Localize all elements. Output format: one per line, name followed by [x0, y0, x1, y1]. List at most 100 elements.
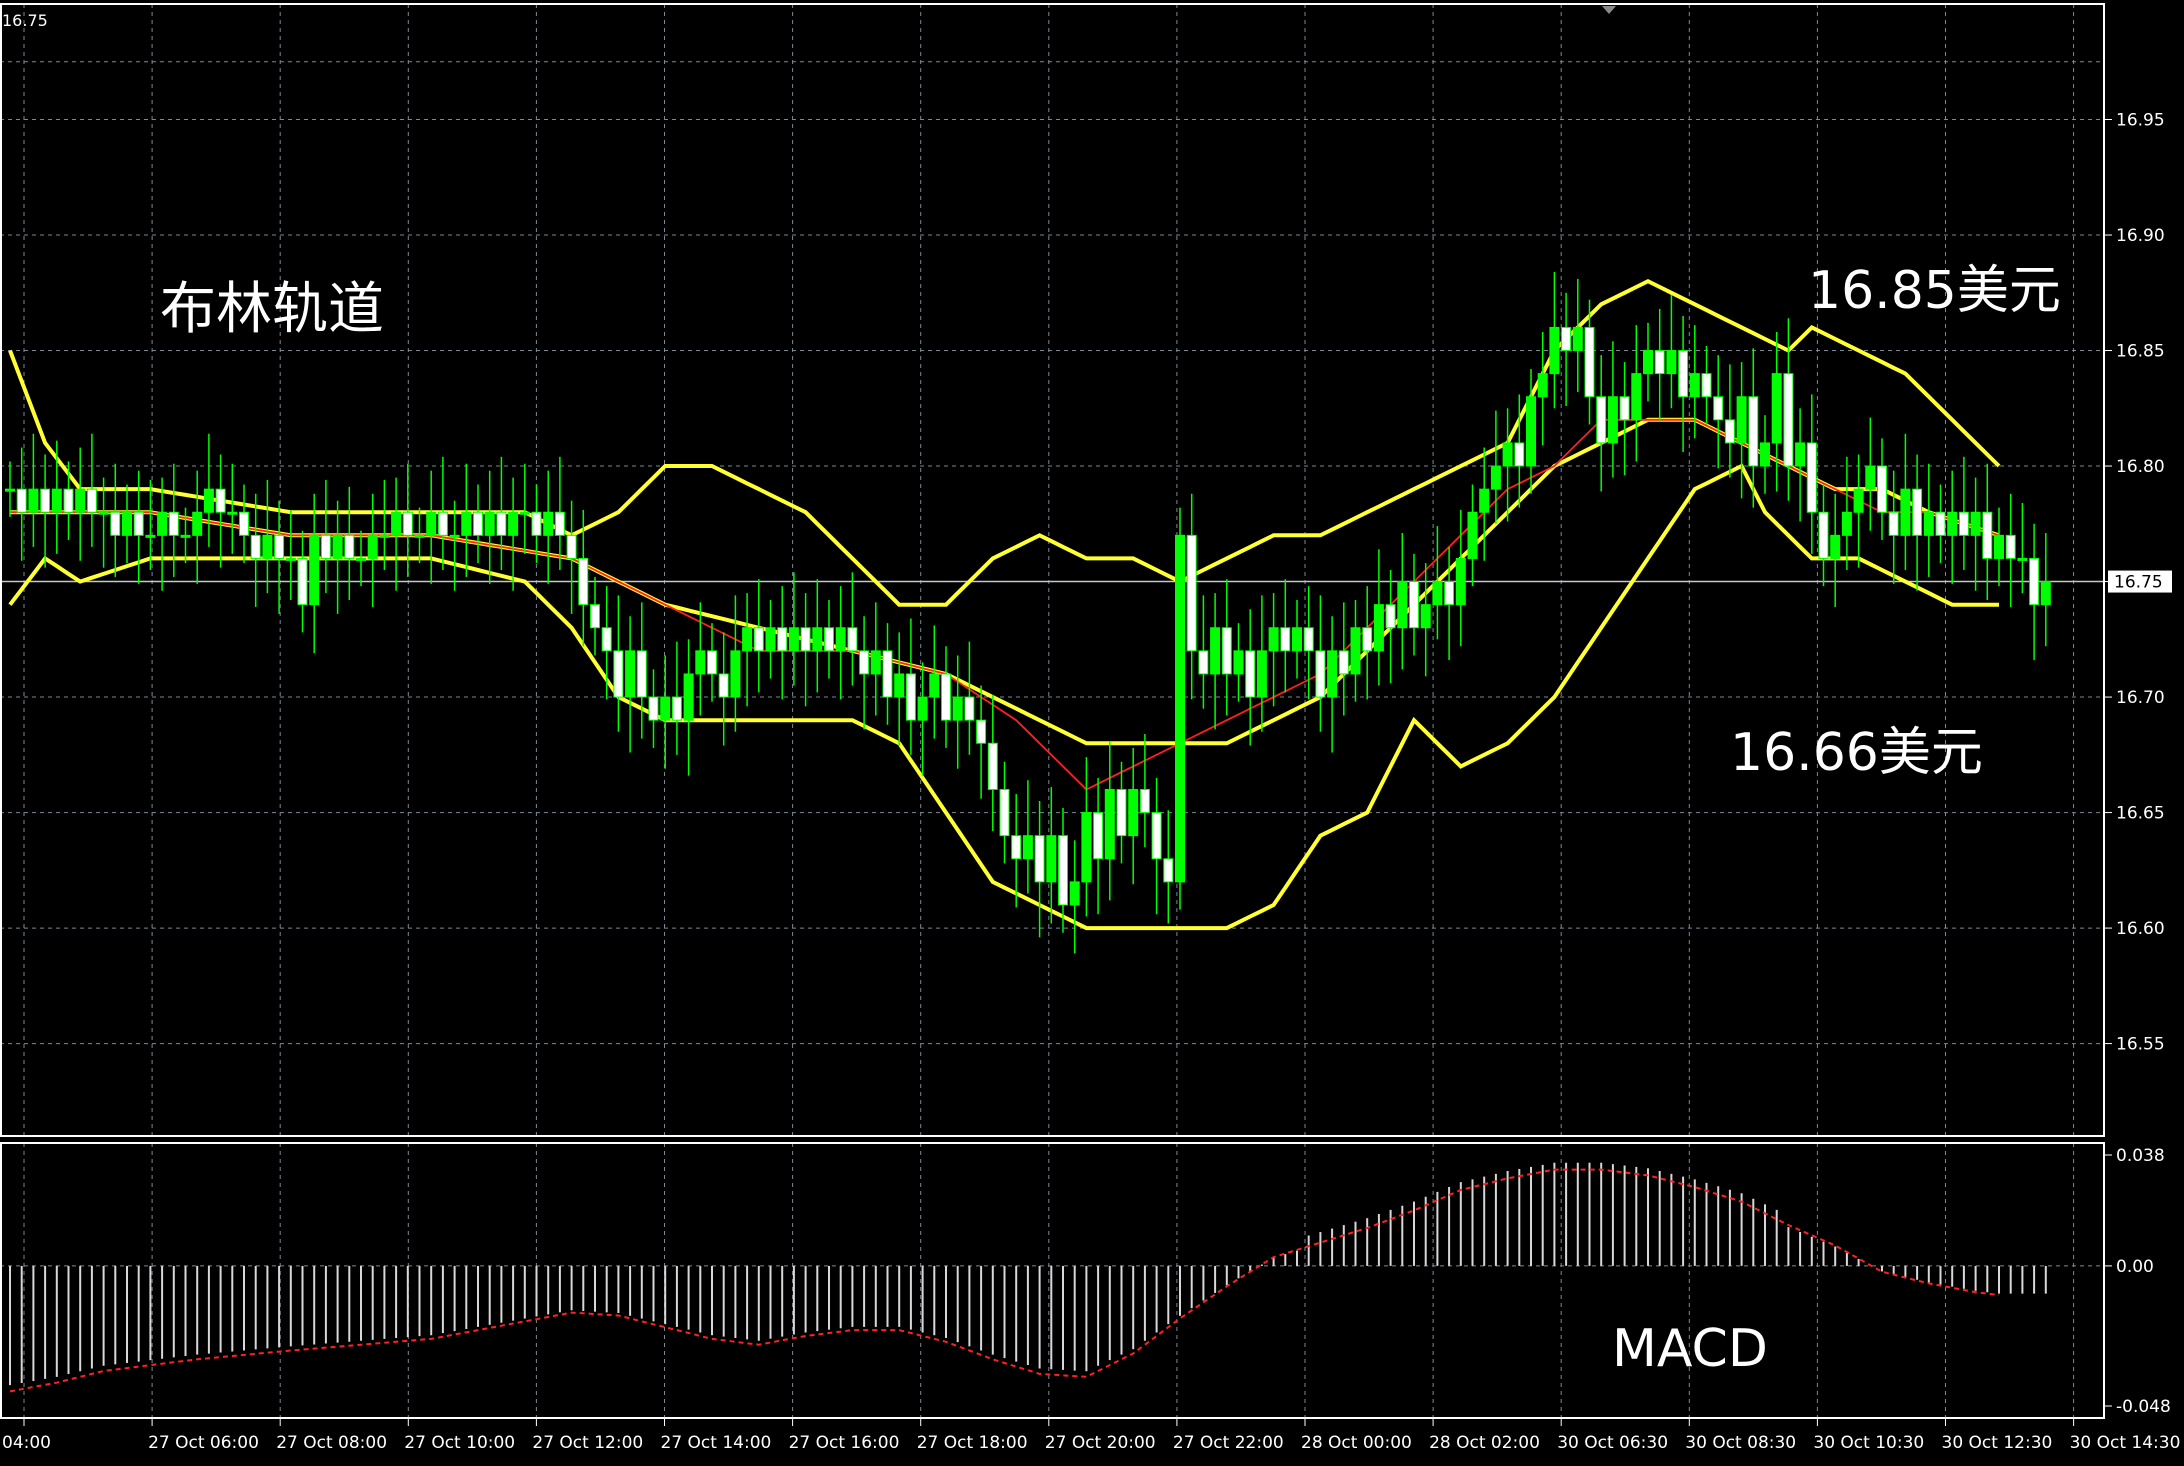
candle-body: [929, 673, 940, 698]
candle-body: [344, 534, 355, 559]
candle-body: [1034, 835, 1045, 883]
candle-body: [1338, 650, 1349, 675]
candle-body: [473, 511, 483, 536]
candle-body: [391, 511, 402, 536]
candle-body: [1233, 650, 1244, 675]
candle-body: [51, 488, 62, 513]
price-tick-label: 16.70: [2116, 688, 2165, 708]
time-tick-label: 27 Oct 12:00: [532, 1433, 643, 1453]
candle-body: [905, 673, 916, 721]
candle-body: [671, 696, 682, 721]
candle-body: [1198, 650, 1209, 675]
time-tick-label: 30 Oct 12:30: [1942, 1433, 2053, 1453]
candle-body: [1818, 511, 1829, 559]
lower-band-price-label: 16.66美元: [1730, 723, 1983, 783]
candle-body: [2040, 581, 2051, 606]
candle-body: [1292, 627, 1302, 652]
time-tick-label: 04:00: [2, 1433, 51, 1453]
candle-body: [601, 627, 612, 652]
candle-body: [636, 650, 647, 698]
candle-body: [1303, 627, 1314, 652]
candle-body: [110, 511, 121, 536]
candle-body: [859, 650, 870, 675]
candle-body: [519, 511, 530, 515]
candle-body: [1046, 835, 1057, 883]
candle-body: [2017, 557, 2028, 561]
upper-band-price-label: 16.85美元: [1808, 261, 2061, 321]
candle-body: [917, 696, 928, 721]
candle-body: [1315, 650, 1326, 698]
price-tick-label: 16.95: [2116, 111, 2165, 131]
candle-body: [1643, 350, 1653, 375]
candle-body: [1853, 488, 1864, 513]
candle-body: [1420, 604, 1431, 629]
candle-body: [800, 627, 811, 652]
candle-body: [1771, 373, 1782, 444]
candle-body: [753, 627, 764, 652]
candle-body: [133, 511, 144, 536]
candle-body: [1479, 488, 1490, 513]
candle-body: [554, 511, 565, 536]
time-tick-label: 30 Oct 08:30: [1685, 1433, 1796, 1453]
candle-body: [496, 511, 507, 536]
candle-body: [1210, 627, 1221, 675]
candle-body: [1245, 650, 1256, 698]
candle-body: [1888, 511, 1899, 536]
candle-body: [309, 534, 320, 606]
candle-body: [765, 627, 776, 652]
candle-body: [1104, 788, 1115, 860]
candle-body: [788, 627, 799, 652]
candle-body: [1841, 511, 1852, 536]
candle-body: [777, 627, 788, 652]
price-tick-label: 16.55: [2116, 1035, 2165, 1055]
candle-body: [98, 511, 109, 515]
candle-body: [707, 650, 717, 675]
candle-body: [1385, 604, 1396, 629]
candle-body: [987, 742, 998, 790]
candle-body: [461, 511, 472, 536]
macd-tick-label: 0.038: [2116, 1146, 2165, 1166]
candle-body: [976, 719, 987, 744]
candle-body: [1701, 373, 1712, 398]
candle-body: [531, 511, 542, 536]
symbol-price-label: 16.75: [2, 11, 48, 30]
candle-body: [367, 534, 378, 559]
macd-tick-label: 0.00: [2116, 1257, 2154, 1277]
candle-body: [1561, 326, 1572, 352]
candle-body: [250, 534, 261, 559]
candle-body: [1175, 534, 1185, 883]
candle-body: [28, 488, 39, 513]
candle-body: [16, 488, 27, 513]
candle-body: [648, 696, 659, 721]
chart-title: 布林轨道: [160, 277, 384, 342]
candle-body: [941, 673, 951, 721]
candle-body: [1736, 396, 1747, 444]
candle-body: [426, 511, 437, 536]
candle-body: [613, 650, 624, 698]
candle-body: [437, 511, 448, 536]
candle-body: [1619, 396, 1630, 421]
price-tick-label: 16.65: [2116, 804, 2165, 824]
candle-body: [1958, 511, 1969, 536]
candle-body: [590, 604, 600, 629]
candle-body: [1350, 627, 1361, 675]
candle-body: [285, 557, 296, 561]
time-tick-label: 27 Oct 06:00: [148, 1433, 259, 1453]
price-tick-label: 16.80: [2116, 457, 2165, 477]
candle-body: [1865, 465, 1876, 490]
candle-body: [297, 557, 308, 606]
candle-body: [1795, 442, 1806, 467]
candle-body: [122, 511, 132, 536]
candle-body: [1935, 511, 1946, 536]
candle-body: [168, 511, 179, 536]
candle-body: [203, 488, 214, 513]
candle-body: [1069, 881, 1080, 906]
candle-body: [1256, 650, 1267, 698]
candle-body: [882, 650, 893, 698]
candle-body: [1877, 465, 1887, 513]
candle-body: [2029, 557, 2040, 606]
candle-body: [847, 627, 858, 652]
candle-body: [1139, 788, 1150, 814]
candle-body: [356, 557, 366, 561]
candle-body: [1362, 627, 1373, 652]
